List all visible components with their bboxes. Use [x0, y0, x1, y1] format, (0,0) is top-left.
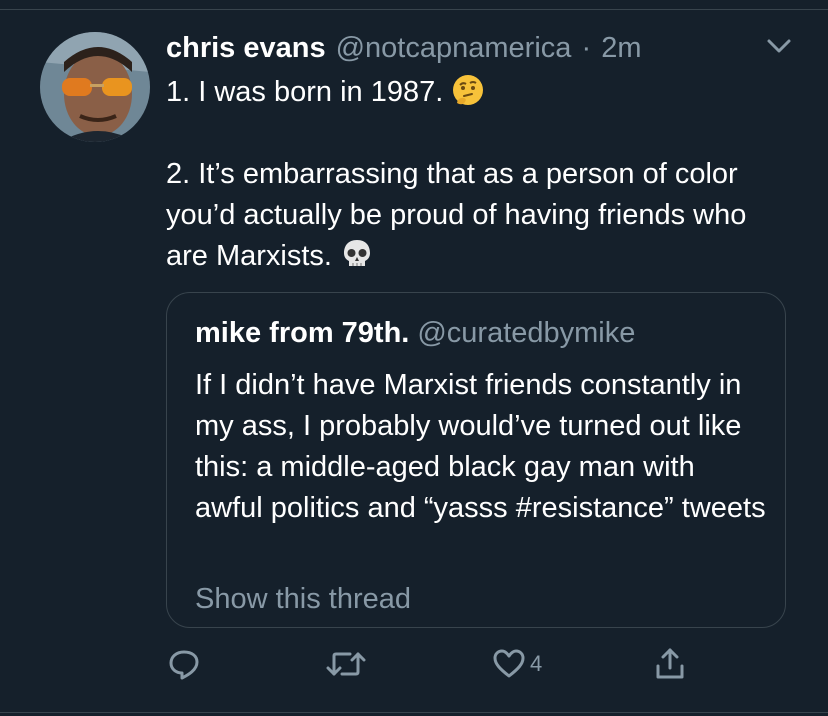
reply-icon [166, 646, 202, 682]
tweet-paragraph-2-text: 2. It’s embarrassing that as a person of… [166, 158, 747, 272]
tweet-text: 1. I was born in 1987. 2. It’s embarrass… [166, 72, 786, 277]
tweet-paragraph-1-text: 1. I was born in 1987. [166, 76, 444, 108]
reply-button[interactable] [166, 644, 202, 684]
like-count: 4 [530, 651, 543, 676]
tweet-timestamp[interactable]: 2m [601, 32, 641, 64]
meta-separator: · [581, 32, 592, 64]
chevron-down-icon[interactable] [764, 34, 794, 58]
tweet-actions: 4 [166, 644, 726, 684]
retweet-button[interactable] [326, 644, 366, 684]
quoted-tweet-text: If I didn’t have Marxist friends constan… [195, 369, 766, 524]
share-icon [652, 646, 688, 682]
tweet-paragraph-2: 2. It’s embarrassing that as a person of… [166, 154, 786, 277]
author-handle[interactable]: @notcapnamerica [336, 32, 572, 64]
show-this-thread-link[interactable]: Show this thread [195, 579, 411, 619]
share-button[interactable] [652, 644, 688, 684]
avatar-image [40, 32, 150, 142]
quoted-tweet[interactable]: mike from 79th. @curatedbymike If I didn’… [166, 292, 786, 628]
bottom-divider [0, 712, 828, 713]
author-meta: @notcapnamerica · 2m [336, 28, 642, 68]
quoted-author-name: mike from 79th. [195, 317, 410, 349]
like-button[interactable]: 4 [492, 644, 542, 684]
retweet-icon [326, 646, 366, 682]
heart-icon [492, 647, 526, 681]
top-divider [0, 0, 828, 10]
thinking-face-emoji [451, 73, 485, 107]
author-name[interactable]: chris evans [166, 28, 326, 68]
tweet-paragraph-1: 1. I was born in 1987. [166, 72, 786, 113]
quoted-author-handle: @curatedbymike [417, 317, 636, 349]
skull-emoji [340, 237, 374, 271]
avatar[interactable] [40, 32, 150, 142]
quoted-tweet-header: mike from 79th. @curatedbymike [195, 313, 635, 353]
tweet-header: chris evans @notcapnamerica · 2m [166, 28, 641, 68]
